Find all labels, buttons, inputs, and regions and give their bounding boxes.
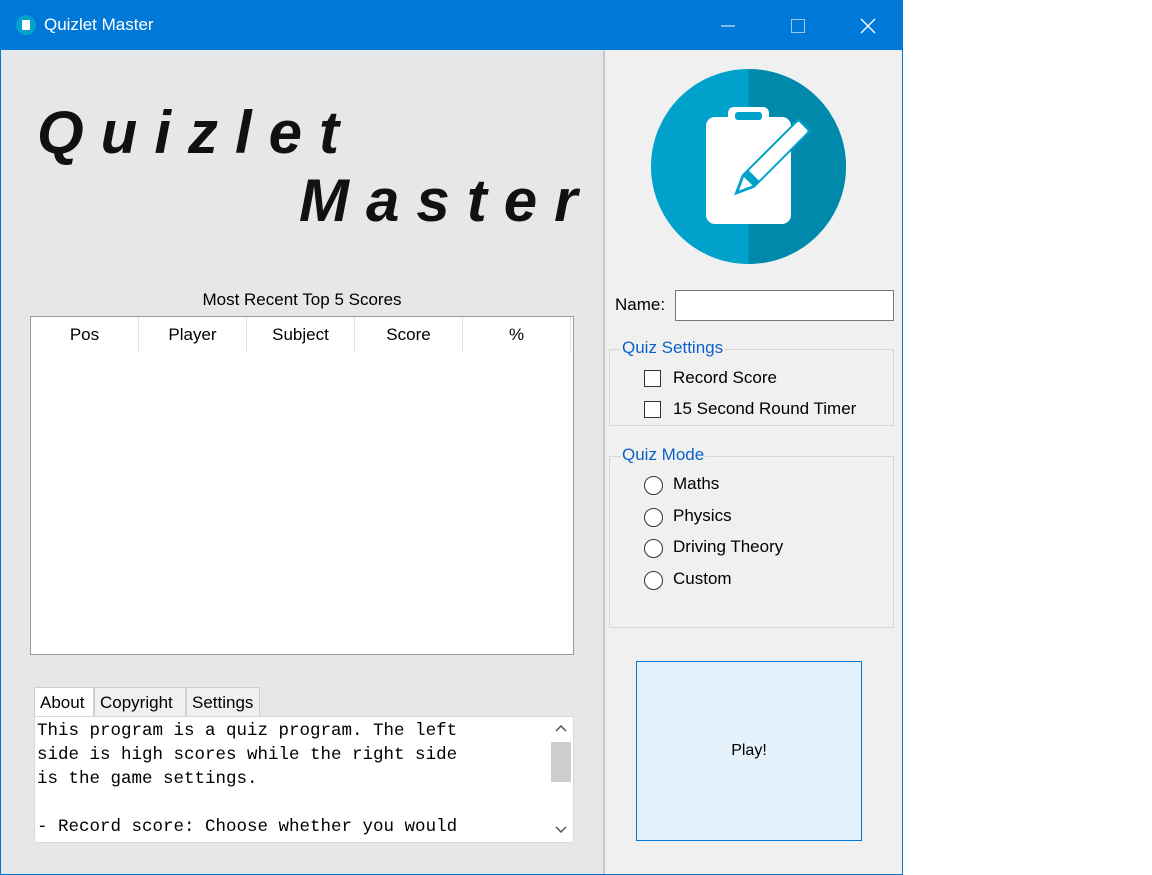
tab-settings[interactable]: Settings [186,687,260,716]
mode-driving-theory-label[interactable]: Driving Theory [673,537,783,557]
mode-physics-label[interactable]: Physics [673,506,732,526]
clipboard-pencil-icon [651,69,846,264]
chevron-down-icon[interactable] [555,825,567,835]
round-timer-label[interactable]: 15 Second Round Timer [673,399,856,419]
mode-custom-label[interactable]: Custom [673,569,732,589]
name-label: Name: [615,295,666,314]
tab-about[interactable]: About [34,687,94,716]
record-score-label[interactable]: Record Score [673,368,777,388]
window-title: Quizlet Master [44,15,154,34]
quiz-mode-title: Quiz Mode [621,445,706,465]
about-text: This program is a quiz program. The left… [37,721,458,837]
right-pane: Name: Quiz Settings Record Score 15 Seco… [605,50,902,874]
record-score-checkbox[interactable] [644,370,661,387]
vertical-scrollbar[interactable] [549,717,573,842]
maximize-button[interactable] [763,1,833,50]
name-input[interactable] [675,290,894,321]
app-icon [16,15,36,35]
round-timer-checkbox[interactable] [644,401,661,418]
scores-table[interactable]: Pos Player Subject Score % [30,316,574,655]
quiz-settings-title: Quiz Settings [621,338,725,358]
mode-custom-radio[interactable] [644,571,663,590]
quiz-settings-group: Quiz Settings Record Score 15 Second Rou… [609,338,894,426]
mode-maths-radio[interactable] [644,476,663,495]
about-textbox[interactable]: This program is a quiz program. The left… [34,716,574,843]
chevron-up-icon[interactable] [555,723,567,733]
tab-copyright[interactable]: Copyright [94,687,186,716]
logo-line-2: Master [299,167,595,234]
column-header-score[interactable]: Score [355,317,463,353]
close-button[interactable] [833,1,903,50]
column-header-pos[interactable]: Pos [31,317,139,353]
maximize-icon [791,19,805,33]
app-window: Quizlet Master Quizlet Master Most Recen… [0,0,903,875]
column-header-player[interactable]: Player [139,317,247,353]
title-bar[interactable]: Quizlet Master [1,1,902,50]
minimize-button[interactable] [693,1,763,50]
scores-caption: Most Recent Top 5 Scores [202,290,402,309]
minimize-icon [721,25,735,27]
mode-physics-radio[interactable] [644,508,663,527]
quiz-mode-group: Quiz Mode Maths Physics Driving Theory C… [609,445,894,628]
scrollbar-thumb[interactable] [551,742,571,782]
close-icon [860,18,876,34]
column-header-subject[interactable]: Subject [247,317,355,353]
mode-driving-theory-radio[interactable] [644,539,663,558]
column-header-percent[interactable]: % [463,317,571,353]
logo-line-1: Quizlet [37,99,357,166]
play-button[interactable]: Play! [636,661,862,841]
mode-maths-label[interactable]: Maths [673,474,719,494]
left-pane: Quizlet Master Most Recent Top 5 Scores … [1,50,603,874]
